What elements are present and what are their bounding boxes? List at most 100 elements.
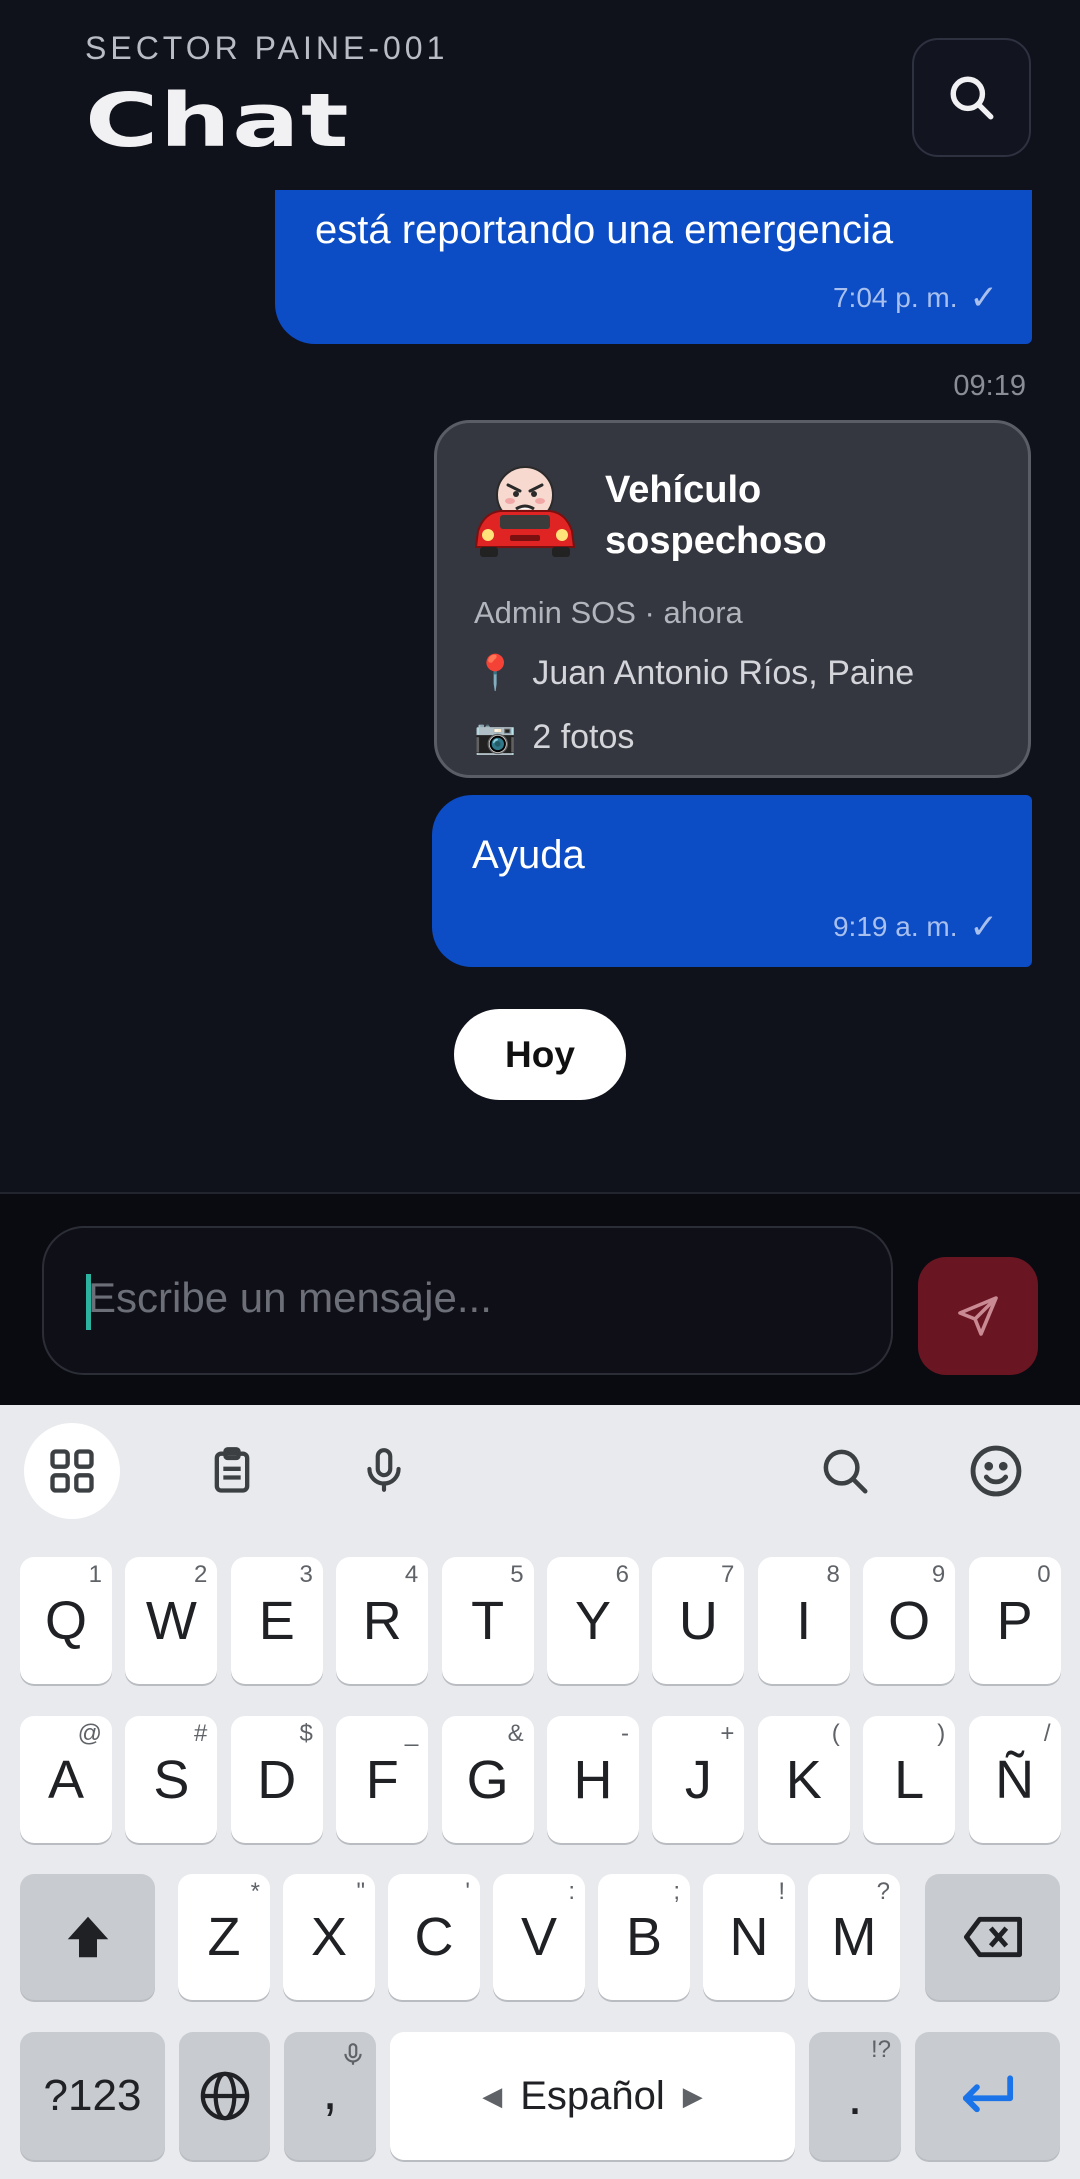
key-d[interactable]: D $ — [230, 1716, 323, 1843]
globe-icon — [200, 2071, 249, 2121]
key-label: C — [414, 1907, 454, 1967]
key-label: G — [466, 1749, 509, 1810]
key-m[interactable]: M? — [808, 1874, 900, 2000]
key-hint: ? — [876, 1878, 890, 1905]
key-f[interactable]: F _ — [336, 1716, 429, 1843]
key-c[interactable]: C ' — [388, 1874, 480, 2000]
period-key[interactable]: . !? — [809, 2032, 901, 2160]
pin-icon: 📍 — [474, 654, 517, 692]
period-label: . — [847, 2066, 863, 2126]
key-g[interactable]: G & — [441, 1716, 534, 1843]
key-j[interactable]: J + — [652, 1716, 745, 1843]
message-bubble-outgoing[interactable]: está reportando una emergencia 7:04 p. m… — [275, 190, 1032, 344]
key-label: L — [894, 1749, 925, 1810]
key-hint: 1 — [88, 1561, 102, 1588]
key-label: Ñ — [995, 1749, 1035, 1810]
key-label: W — [145, 1590, 197, 1651]
key-t[interactable]: T5 — [441, 1557, 534, 1684]
key-hint: 4 — [404, 1561, 419, 1588]
key-w[interactable]: W2 — [125, 1557, 218, 1684]
shift-key[interactable] — [20, 1874, 155, 2000]
message-composer: Escribe un mensaje... — [0, 1192, 1080, 1405]
key-p[interactable]: P0 — [968, 1557, 1061, 1684]
soft-keyboard: Q1W2E3R4T5Y6U7I8O9P0 A @ S # D $ F _ G & H - J + K(L) Ñ… — [0, 1405, 1080, 2179]
key-z[interactable]: Z * — [178, 1874, 270, 2000]
key-a[interactable]: A @ — [20, 1716, 112, 1843]
sent-check-icon: ✓ — [969, 908, 999, 946]
key-hint: @ — [77, 1720, 102, 1747]
key-hint: ! — [778, 1878, 785, 1905]
send-button[interactable] — [918, 1257, 1038, 1375]
message-list[interactable]: está reportando una emergencia 7:04 p. m… — [0, 190, 1080, 1192]
key-label: T — [471, 1590, 505, 1651]
key-ñ[interactable]: Ñ / — [968, 1716, 1061, 1843]
key-e[interactable]: E3 — [230, 1557, 323, 1684]
emoji-icon — [970, 1445, 1022, 1497]
alert-card[interactable]: Vehículo sospechoso Admin SOS · ahora 📍 … — [434, 420, 1031, 778]
key-q[interactable]: Q1 — [20, 1557, 112, 1684]
key-hint: 2 — [194, 1561, 208, 1588]
message-input[interactable]: Escribe un mensaje... — [42, 1226, 893, 1375]
message-time: 7:04 p. m. — [832, 282, 958, 313]
clipboard-button[interactable] — [184, 1423, 280, 1519]
key-b[interactable]: B; — [598, 1874, 690, 2000]
key-l[interactable]: L) — [863, 1716, 956, 1843]
space-key[interactable]: ◀ Español ▶ — [390, 2032, 795, 2160]
key-label: S — [153, 1749, 190, 1810]
apps-grid-button[interactable] — [24, 1423, 120, 1519]
card-photos: 📷 2 fotos — [474, 717, 634, 757]
message-text: está reportando una emergencia — [315, 208, 894, 252]
camera-icon: 📷 — [474, 718, 517, 756]
backspace-icon — [963, 1916, 1022, 1958]
apps-grid-icon — [50, 1449, 94, 1493]
key-label: H — [573, 1749, 613, 1810]
key-hint: 6 — [615, 1561, 629, 1588]
emoji-button[interactable] — [948, 1423, 1044, 1519]
key-hint: 3 — [299, 1561, 313, 1588]
key-o[interactable]: O9 — [863, 1557, 956, 1684]
key-label: I — [796, 1590, 812, 1651]
microphone-icon — [367, 1448, 401, 1492]
symbols-key[interactable]: ?123 — [20, 2032, 165, 2160]
key-h[interactable]: H- — [547, 1716, 639, 1843]
message-bubble-outgoing[interactable]: Ayuda 9:19 a. m. ✓ — [432, 795, 1032, 967]
key-r[interactable]: R4 — [336, 1557, 429, 1684]
key-v[interactable]: V: — [493, 1874, 585, 2000]
sector-label: SECTOR PAINE-001 — [85, 30, 449, 66]
shift-icon — [67, 1916, 108, 1958]
right-arrow-icon: ▶ — [682, 2080, 703, 2111]
key-label: Y — [574, 1590, 612, 1651]
key-k[interactable]: K( — [757, 1716, 850, 1843]
key-u[interactable]: U7 — [652, 1557, 745, 1684]
search-button[interactable] — [912, 38, 1031, 157]
language-key[interactable] — [179, 2032, 270, 2160]
key-label: O — [888, 1590, 931, 1651]
key-hint: 8 — [826, 1561, 840, 1588]
clipboard-icon — [214, 1447, 250, 1493]
card-subtitle: Admin SOS · ahora — [474, 595, 743, 630]
key-hint: & — [507, 1720, 524, 1747]
key-s[interactable]: S # — [125, 1716, 218, 1843]
key-label: Q — [44, 1590, 87, 1651]
key-label: B — [625, 1907, 663, 1967]
key-label: X — [310, 1907, 348, 1967]
key-hint: ; — [673, 1878, 680, 1905]
key-n[interactable]: N! — [703, 1874, 795, 2000]
key-label: U — [678, 1590, 718, 1651]
key-hint: ) — [937, 1720, 946, 1747]
keyboard-search-button[interactable] — [797, 1423, 893, 1519]
comma-key[interactable]: , — [284, 2032, 376, 2160]
key-hint: _ — [404, 1720, 419, 1747]
key-label: N — [729, 1907, 769, 1967]
message-text: Ayuda — [472, 833, 585, 877]
enter-key[interactable] — [915, 2032, 1060, 2160]
key-hint: * — [250, 1878, 260, 1905]
key-x[interactable]: X " — [283, 1874, 375, 2000]
enter-icon — [962, 2075, 1013, 2113]
key-hint: # — [194, 1720, 208, 1747]
angry-driver-car-icon — [474, 466, 576, 557]
key-y[interactable]: Y6 — [547, 1557, 639, 1684]
voice-input-button[interactable] — [336, 1423, 432, 1519]
backspace-key[interactable] — [925, 1874, 1060, 2000]
key-i[interactable]: I8 — [757, 1557, 850, 1684]
